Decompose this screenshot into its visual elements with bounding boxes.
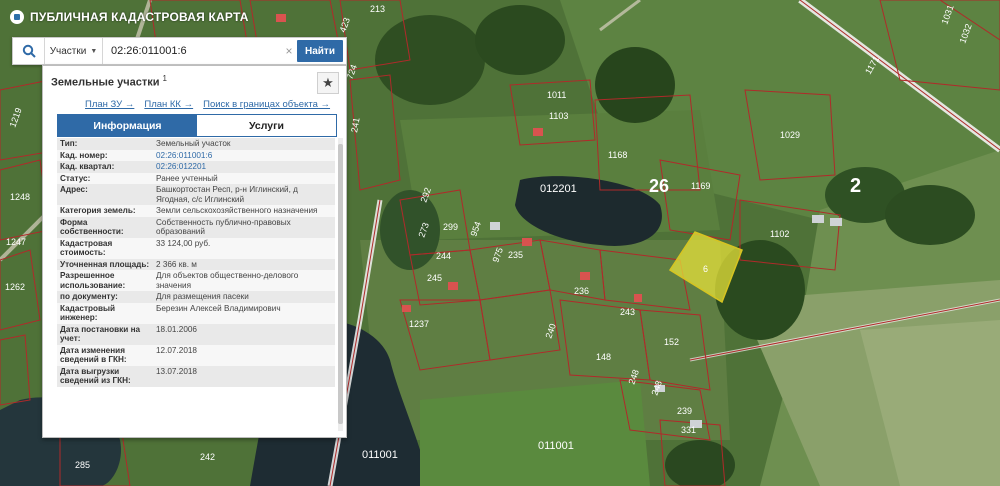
- parcel-label: 285: [75, 460, 90, 470]
- info-row-key: Дата выгрузки сведений из ГКН:: [57, 365, 153, 387]
- info-row-key: Форма собственности:: [57, 216, 153, 238]
- search-type-label: Участки: [49, 45, 87, 57]
- info-row-value[interactable]: 02:26:011001:6: [153, 149, 335, 161]
- info-row-key: Уточненная площадь:: [57, 258, 153, 270]
- info-table-wrap: Тип: Земельный участок Кад. номер: 02:26:01…: [57, 138, 335, 431]
- app-title: ПУБЛИЧНАЯ КАДАСТРОВАЯ КАРТА: [30, 10, 249, 24]
- quarter-label: 011001: [538, 440, 574, 452]
- info-row: Дата изменения сведений в ГКН: 12.07.2018: [57, 344, 335, 366]
- info-row: Форма собственности: Собственность публич…: [57, 216, 335, 238]
- block-label: 26: [649, 176, 669, 196]
- parcel-label: 1247: [6, 237, 26, 247]
- info-row-value: Башкортостан Респ, р-н Иглинский, д Ягод…: [153, 184, 335, 205]
- parcel-label: 152: [664, 337, 679, 347]
- parcel-label: 1248: [10, 192, 30, 202]
- info-row: Дата выгрузки сведений из ГКН: 13.07.2018: [57, 365, 335, 387]
- parcel-label: 235: [508, 250, 523, 260]
- app-header: ПУБЛИЧНАЯ КАДАСТРОВАЯ КАРТА: [0, 0, 260, 34]
- selected-parcel-label: 6: [703, 264, 708, 274]
- search-icon[interactable]: [13, 38, 45, 64]
- info-row: Кадастровая стоимость: 33 124,00 руб.: [57, 237, 335, 259]
- search-input[interactable]: [103, 39, 281, 63]
- parcel-label: 1168: [608, 150, 627, 160]
- info-row-key: Кадастровая стоимость:: [57, 237, 153, 259]
- parcel-label: 331: [681, 425, 696, 435]
- info-row-key: Статус:: [57, 172, 153, 184]
- parcel-label: 1237: [409, 319, 429, 329]
- parcel-label: 213: [370, 4, 385, 14]
- info-row: Адрес: Башкортостан Респ, р-н Иглинский, …: [57, 184, 335, 205]
- info-row: Статус: Ранее учтенный: [57, 172, 335, 184]
- favorite-star-icon[interactable]: ★: [317, 72, 339, 94]
- plan-links: План ЗУ → План КК → Поиск в границах объ…: [85, 99, 330, 110]
- parcel-label: 1102: [770, 229, 789, 239]
- info-row-key: Кад. квартал:: [57, 161, 153, 173]
- info-row: Кад. квартал: 02:26:012201: [57, 161, 335, 173]
- info-row-key: по документу:: [57, 291, 153, 303]
- info-row-key: Адрес:: [57, 184, 153, 205]
- info-row-key: Кад. номер:: [57, 149, 153, 161]
- parcel-label: 245: [427, 273, 442, 283]
- info-row-value: Земельный участок: [153, 138, 335, 150]
- parcel-label: 239: [677, 406, 692, 416]
- search-bar: Участки ▼ × Найти: [12, 37, 347, 65]
- info-row: по документу: Для размещения пасеки: [57, 291, 335, 303]
- info-row-value: 13.07.2018: [153, 365, 335, 387]
- info-row: Тип: Земельный участок: [57, 138, 335, 150]
- info-row-value: 12.07.2018: [153, 344, 335, 366]
- tab-services[interactable]: Услуги: [197, 115, 336, 136]
- block-label: 2: [850, 175, 861, 197]
- info-row: Разрешенное использование: Для объектов о…: [57, 270, 335, 291]
- info-row-value: Земли сельскохозяйственного назначения: [153, 205, 335, 217]
- parcel-label: 1103: [549, 111, 568, 121]
- panel-tabs: Информация Услуги: [57, 114, 337, 137]
- info-row-key: Кадастровый инженер:: [57, 302, 153, 324]
- info-row-key: Дата постановки на учет:: [57, 323, 153, 345]
- info-row: Кадастровый инженер: Березин Алексей Влад…: [57, 302, 335, 324]
- info-panel: Земельные участки 1 ★ План ЗУ → План КК …: [42, 65, 347, 438]
- parcel-label: 1011: [547, 90, 566, 100]
- parcel-label: 1262: [5, 282, 25, 292]
- parcel-label: 244: [436, 251, 451, 261]
- info-row-value: Собственность публично-правовых образова…: [153, 216, 335, 238]
- info-row-key: Категория земель:: [57, 205, 153, 217]
- parcel-label: 1169: [691, 181, 710, 191]
- info-row: Кад. номер: 02:26:011001:6: [57, 149, 335, 161]
- info-row-value: 2 366 кв. м: [153, 258, 335, 270]
- parcel-label: 242: [200, 452, 215, 462]
- search-in-bounds-link[interactable]: Поиск в границах объекта →: [203, 99, 330, 110]
- info-row-key: Дата изменения сведений в ГКН:: [57, 344, 153, 366]
- info-table: Тип: Земельный участок Кад. номер: 02:26:01…: [57, 138, 335, 387]
- info-row-key: Разрешенное использование:: [57, 270, 153, 291]
- info-row-key: Тип:: [57, 138, 153, 150]
- scrollbar-thumb[interactable]: [338, 144, 343, 424]
- parcel-label: 299: [443, 222, 458, 232]
- tab-info[interactable]: Информация: [58, 115, 197, 136]
- quarter-label: 012201: [540, 183, 577, 195]
- info-row-value: 18.01.2006: [153, 323, 335, 345]
- parcel-label: 148: [596, 352, 611, 362]
- panel-title: Земельные участки 1: [51, 74, 167, 89]
- find-button[interactable]: Найти: [297, 40, 343, 62]
- parcel-label: 236: [574, 286, 589, 296]
- info-row-value: Березин Алексей Владимирович: [153, 302, 335, 324]
- info-row: Дата постановки на учет: 18.01.2006: [57, 323, 335, 345]
- panel-scrollbar[interactable]: [338, 138, 343, 431]
- search-type-select[interactable]: Участки ▼: [45, 38, 103, 64]
- clear-icon[interactable]: ×: [281, 44, 297, 58]
- quarter-label: 011001: [362, 449, 398, 461]
- plan-kk-link[interactable]: План КК →: [144, 99, 193, 110]
- info-row-value: 33 124,00 руб.: [153, 237, 335, 259]
- plan-zu-link[interactable]: План ЗУ →: [85, 99, 134, 110]
- info-row-value: Для размещения пасеки: [153, 291, 335, 303]
- info-row-value: Для объектов общественно-делового значен…: [153, 270, 335, 291]
- info-row-value[interactable]: 02:26:012201: [153, 161, 335, 173]
- parcel-label: 1029: [780, 130, 800, 140]
- chevron-down-icon: ▼: [90, 47, 98, 55]
- info-row-value: Ранее учтенный: [153, 172, 335, 184]
- info-row: Категория земель: Земли сельскохозяйствен…: [57, 205, 335, 217]
- logo-icon: [10, 10, 24, 24]
- parcel-label: 243: [620, 307, 635, 317]
- info-row: Уточненная площадь: 2 366 кв. м: [57, 258, 335, 270]
